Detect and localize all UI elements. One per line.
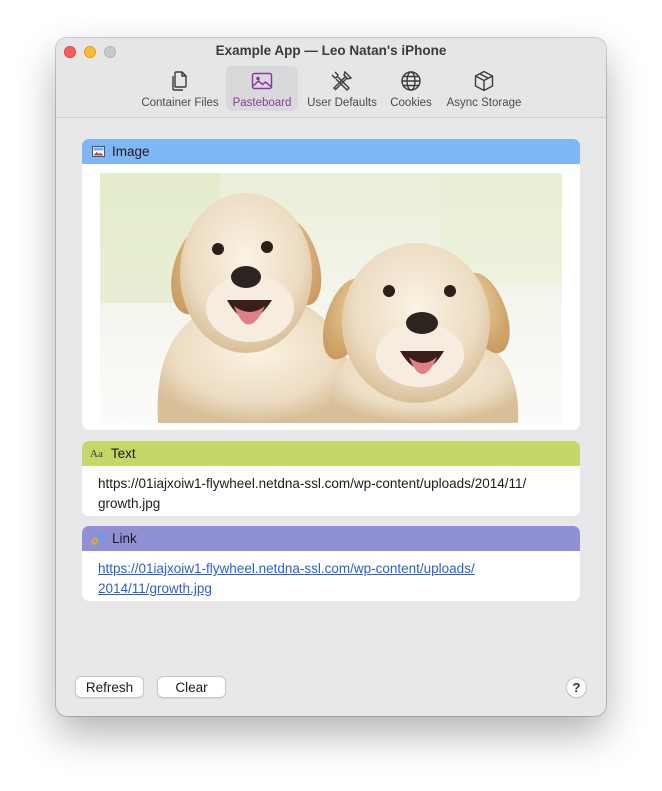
link-item-label: Link	[112, 531, 137, 546]
pasteboard-item-image[interactable]: Image	[82, 139, 580, 430]
tab-container-files[interactable]: Container Files	[138, 66, 222, 111]
image-item-header: Image	[82, 139, 580, 164]
tab-user-defaults[interactable]: User Defaults	[302, 66, 382, 111]
text-item-value: https://01iajxoiw1-flywheel.netdna-ssl.c…	[82, 466, 580, 516]
text-item-header: Aa Text	[82, 441, 580, 466]
help-button[interactable]: ?	[566, 677, 587, 698]
files-icon	[172, 71, 187, 91]
app-window: Example App — Leo Natan's iPhone Contain…	[56, 38, 606, 716]
tab-label: Pasteboard	[232, 97, 292, 109]
image-item-label: Image	[112, 144, 150, 159]
pasteboard-item-text[interactable]: Aa Text https://01iajxoiw1-flywheel.netd…	[82, 441, 580, 516]
refresh-button[interactable]: Refresh	[75, 676, 144, 698]
text-value-line: growth.jpg	[98, 496, 161, 511]
image-type-icon	[90, 144, 106, 160]
tab-pasteboard[interactable]: Pasteboard	[226, 66, 298, 111]
tab-cookies[interactable]: Cookies	[386, 66, 436, 111]
tab-label: Async Storage	[446, 97, 522, 109]
link-item-value: https://01iajxoiw1-flywheel.netdna-ssl.c…	[82, 551, 580, 601]
clear-button[interactable]: Clear	[157, 676, 226, 698]
pasteboard-item-link[interactable]: Link https://01iajxoiw1-flywheel.netdna-…	[82, 526, 580, 601]
box-icon	[474, 70, 494, 92]
link-url-line[interactable]: https://01iajxoiw1-flywheel.netdna-ssl.c…	[98, 559, 564, 579]
tab-async-storage[interactable]: Async Storage	[442, 66, 526, 111]
globe-icon	[401, 71, 421, 91]
tab-label: Cookies	[390, 97, 432, 109]
window-title: Example App — Leo Natan's iPhone	[215, 43, 447, 58]
tab-label: User Defaults	[307, 97, 377, 109]
text-type-icon: Aa	[90, 447, 103, 460]
tools-icon	[331, 70, 353, 91]
link-item-header: Link	[82, 526, 580, 551]
link-url-line[interactable]: 2014/11/growth.jpg	[98, 579, 564, 599]
titlebar: Example App — Leo Natan's iPhone Contain…	[56, 38, 606, 118]
tab-label: Container Files	[141, 97, 219, 109]
link-type-icon	[90, 531, 106, 547]
photo-icon	[251, 72, 273, 90]
text-value-line: https://01iajxoiw1-flywheel.netdna-ssl.c…	[98, 476, 527, 491]
toolbar: Container Files Pasteboard User Defaults	[56, 66, 606, 112]
pasteboard-image-preview	[100, 173, 562, 423]
text-item-label: Text	[110, 446, 136, 461]
